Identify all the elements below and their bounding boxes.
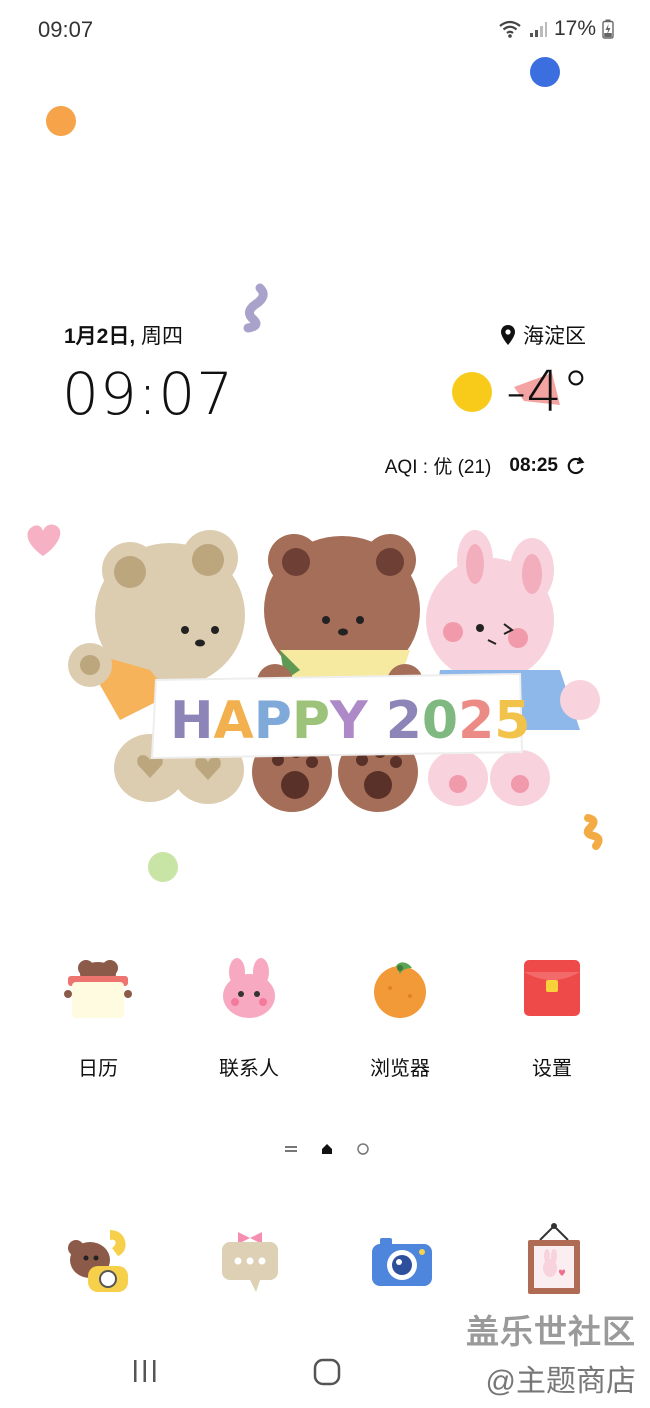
app-label: 日历 <box>78 1058 118 1080</box>
gallery-icon <box>528 1223 580 1294</box>
decor-dot-green <box>148 852 178 882</box>
signal-icon <box>529 22 547 37</box>
location-pin-icon <box>501 325 515 345</box>
svg-text:HAPPY2025: HAPPY 2025 <box>170 691 530 751</box>
status-icons: 17% <box>498 17 614 41</box>
weather-location[interactable]: 海淀区 <box>501 320 586 350</box>
decor-heart-pink <box>27 524 61 556</box>
aqi-text: AQI : 优 (21) <box>384 457 492 478</box>
browser-orange-icon <box>364 950 436 1022</box>
watermark-theme-store: @主题商店 <box>485 1365 636 1398</box>
watermark-community: 盖乐世社区 <box>466 1313 636 1350</box>
app-settings[interactable]: 设置 <box>487 950 617 1081</box>
calendar-icon <box>62 950 134 1022</box>
battery-text: 17% <box>553 17 596 40</box>
page-dot-icon[interactable] <box>356 1142 370 1156</box>
app-browser[interactable]: 浏览器 <box>335 950 465 1081</box>
happy-2025-bears-illustration: HAPPY 2025 <box>68 530 600 812</box>
app-calendar[interactable]: 日历 <box>33 950 163 1081</box>
update-time: 08:25 <box>509 454 558 476</box>
refresh-icon <box>567 456 585 474</box>
messages-icon <box>222 1232 278 1292</box>
page-indicator[interactable] <box>284 1142 370 1156</box>
location-text: 海淀区 <box>523 325 586 348</box>
app-contacts[interactable]: 联系人 <box>184 950 314 1081</box>
app-label: 设置 <box>532 1058 572 1080</box>
decor-dot-orange <box>46 106 76 136</box>
status-time: 09:07 <box>38 17 94 42</box>
sunny-icon <box>452 372 492 412</box>
dock-gallery-app[interactable] <box>514 1222 594 1302</box>
status-bar: 09:07 17% <box>0 0 650 60</box>
settings-red-envelope-icon <box>516 950 588 1022</box>
decor-dot-blue <box>530 57 560 87</box>
app-label: 浏览器 <box>370 1058 430 1080</box>
app-label: 联系人 <box>219 1058 279 1080</box>
date-text: 1月2日, <box>64 325 136 348</box>
dock-phone-app[interactable] <box>58 1222 138 1302</box>
decor-squiggle-purple <box>243 283 268 333</box>
phone-icon <box>68 1230 128 1292</box>
camera-icon <box>372 1238 432 1286</box>
weekday-text: 周四 <box>141 325 184 348</box>
home-button[interactable] <box>313 1358 341 1386</box>
dock-camera-app[interactable] <box>362 1222 442 1302</box>
update-info[interactable]: 08:25 <box>509 455 586 477</box>
date-label[interactable]: 1月2日, 周四 <box>64 320 183 350</box>
menu-page-icon[interactable] <box>284 1144 298 1154</box>
contacts-icon <box>213 950 285 1022</box>
wifi-icon <box>499 20 521 38</box>
temperature[interactable]: -4° <box>506 360 590 425</box>
home-page-icon[interactable] <box>320 1142 334 1156</box>
weather-details[interactable]: AQI : 优 (21) 08:25 <box>385 452 586 479</box>
dock-messages-app[interactable] <box>210 1222 290 1302</box>
recent-apps-button[interactable] <box>130 1358 160 1384</box>
clock-time[interactable]: 09:07 <box>62 360 234 428</box>
battery-icon <box>602 19 614 39</box>
